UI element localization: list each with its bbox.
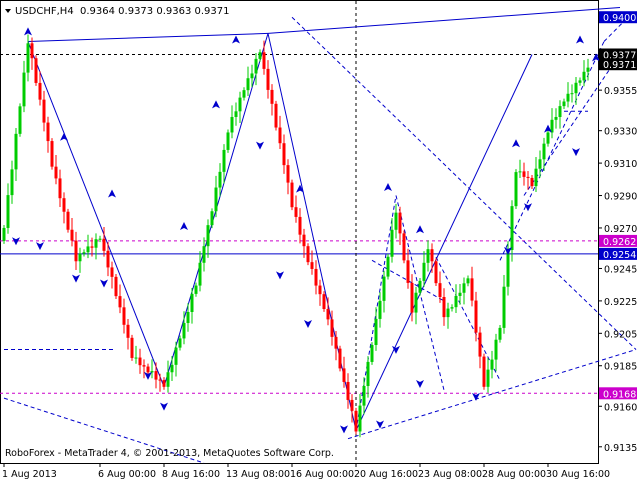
candle <box>386 253 390 280</box>
y-tick-label: 0.9330 <box>604 127 637 138</box>
y-tick-label: 0.9185 <box>604 362 637 373</box>
candle <box>66 208 70 233</box>
x-tick-label: 1 Aug 2013 <box>2 469 57 480</box>
candle <box>226 129 230 153</box>
y-tick-label: 0.9160 <box>604 402 637 413</box>
svg-text:0.9254: 0.9254 <box>603 250 636 261</box>
price-tag: 0.9168 <box>599 387 637 400</box>
candle <box>306 243 310 266</box>
y-tick-label: 0.9135 <box>604 443 637 454</box>
svg-text:0.9371: 0.9371 <box>603 60 636 71</box>
candle <box>434 258 438 287</box>
y-tick-label: 0.9225 <box>604 297 637 308</box>
candle <box>322 291 326 312</box>
price-tag: 0.9262 <box>599 234 637 248</box>
candle <box>482 353 486 390</box>
y-tick-label: 0.9355 <box>604 86 637 97</box>
x-tick-label: 6 Aug 00:00 <box>98 469 156 480</box>
candle <box>290 179 294 211</box>
svg-text:0.9400: 0.9400 <box>603 13 636 24</box>
candle <box>50 138 54 170</box>
y-tick-label: 0.9290 <box>604 192 637 203</box>
candle <box>514 169 518 210</box>
price-chart: USDCHF,H4 0.9364 0.9373 0.9363 0.9371 Ro… <box>0 0 640 480</box>
candle <box>370 342 374 365</box>
svg-text:0.9262: 0.9262 <box>603 237 636 248</box>
x-tick-label: 13 Aug 08:00 <box>226 469 290 480</box>
symbol-timeframe: USDCHF,H4 <box>15 6 74 17</box>
y-tick-label: 0.9310 <box>604 159 637 170</box>
candle <box>338 345 342 372</box>
candle <box>274 100 278 131</box>
candle <box>210 208 214 229</box>
y-tick-label: 0.9205 <box>604 329 637 340</box>
x-tick-label: 30 Aug 16:00 <box>546 469 610 480</box>
candle <box>114 273 118 300</box>
price-tag: 0.9400 <box>599 11 637 24</box>
candle <box>18 103 22 137</box>
candle <box>34 55 38 86</box>
candle <box>402 230 406 264</box>
copyright-text: RoboForex - MetaTrader 4, © 2001-2013, M… <box>5 448 334 459</box>
svg-text:0.9168: 0.9168 <box>603 389 636 400</box>
candle <box>354 407 358 435</box>
y-tick-label: 0.9270 <box>604 224 637 235</box>
x-tick-label: 28 Aug 00:00 <box>482 469 546 480</box>
candle <box>130 334 134 361</box>
ohlc-values: 0.9364 0.9373 0.9363 0.9371 <box>80 6 230 17</box>
x-tick-label: 20 Aug 16:00 <box>354 469 418 480</box>
x-tick-label: 23 Aug 08:00 <box>418 469 482 480</box>
y-tick-label: 0.9245 <box>604 264 637 275</box>
x-tick-label: 8 Aug 16:00 <box>162 469 220 480</box>
price-tag: 0.9254 <box>599 247 637 261</box>
chart-header[interactable]: USDCHF,H4 0.9364 0.9373 0.9363 0.9371 <box>5 6 230 17</box>
price-tag: 0.9371 <box>599 58 637 71</box>
x-tick-label: 16 Aug 00:00 <box>290 469 354 480</box>
